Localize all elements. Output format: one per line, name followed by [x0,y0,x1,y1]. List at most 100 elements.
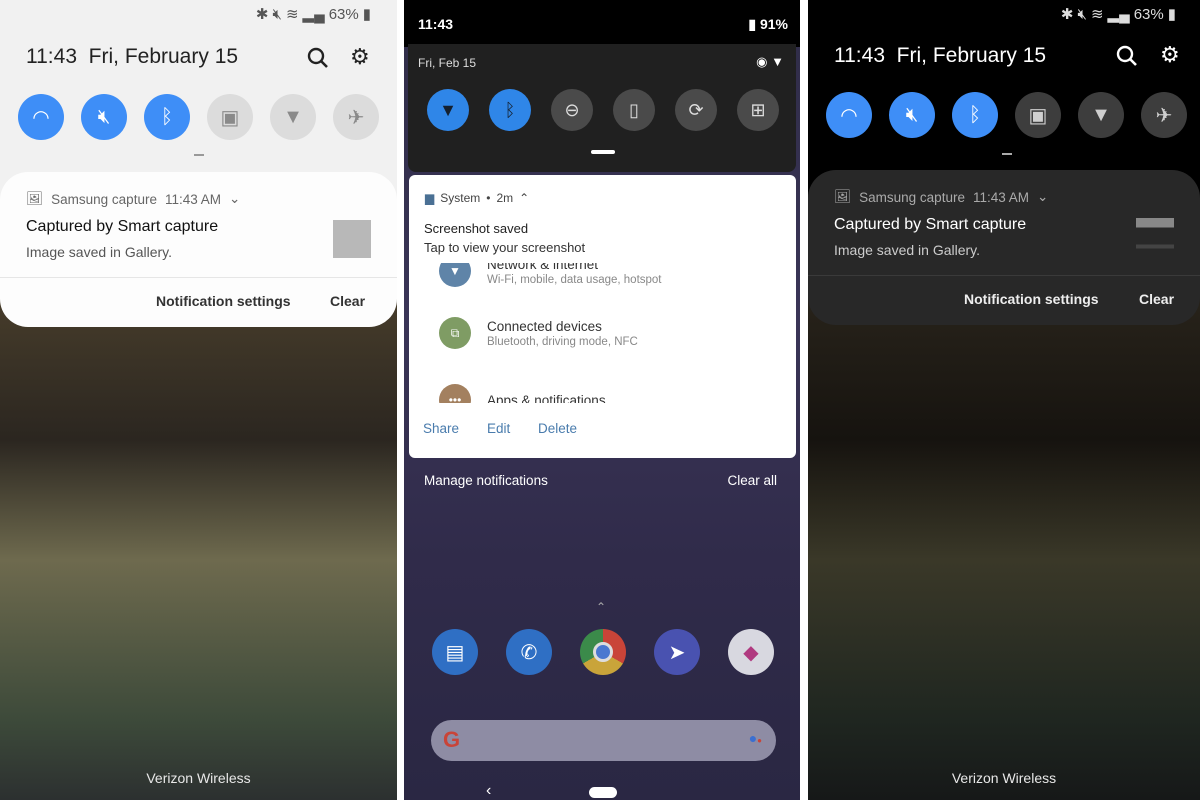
search-icon[interactable] [307,47,329,69]
bluetooth-status-icon: ✱ [255,6,269,23]
battery-saver-icon: ⊞ [750,99,766,120]
app-name: Samsung capture [51,191,157,207]
back-button[interactable]: ‹ [486,782,491,800]
airplane-icon: ✈ [1155,104,1173,127]
share-button[interactable]: Share [423,421,459,436]
bluetooth-toggle[interactable]: ᛒ [489,89,531,131]
preview-item: ••• Apps & notifications [439,384,606,403]
search-icon[interactable] [1116,45,1138,67]
settings-gear-icon[interactable]: ⚙ [1160,42,1180,68]
clear-all-button[interactable]: Clear all [727,473,777,488]
battery-icon: ▮ [748,16,757,32]
notification-text: Image saved in Gallery. [26,244,173,260]
assistant-icon[interactable]: ●● [749,730,762,746]
battery-icon: ▮ [362,6,371,23]
chevron-up-icon[interactable]: ⌃ [519,191,529,205]
do-not-disturb-icon: ⊖ [564,99,580,120]
wifi-icon: ◠ [32,106,50,129]
flashlight-icon: ▼ [283,105,303,128]
airplane-toggle[interactable]: ✈ [1141,92,1187,138]
date: Fri, Feb 15 [418,56,477,70]
bluetooth-icon: ᛒ [161,105,173,128]
mute-status-icon: 🔇︎ [1077,5,1087,23]
wifi-status-icon: ≋ [1090,6,1104,23]
carrier-label: Verizon Wireless [951,770,1057,786]
notification-settings-button[interactable]: Notification settings [964,291,1099,307]
network-icon: ▼ [439,263,471,287]
app-name: System [440,191,481,205]
google-g-icon: G [443,727,461,752]
samsung-light-screen: ✱ 🔇︎ ≋ ▂▄ 63% ▮ 11:43 Fri, February 15 ⚙… [0,0,397,800]
battery-level: 63% [328,5,359,23]
pixel-screen: 11:43 ▮ 91% Fri, Feb 15 ◉ ▼ ▼ ᛒ ⊖ ▯ ⟳ ⊞ … [404,0,800,800]
edit-button[interactable]: Edit [487,421,510,436]
clear-button[interactable]: Clear [330,293,365,309]
notification-card[interactable]: 🖼︎ Samsung capture 11:43 AM ⌄ Captured by S… [808,170,1200,325]
airplane-icon: ✈ [347,106,365,129]
clear-button[interactable]: Clear [1139,291,1174,307]
notification-card[interactable]: 🖼︎ Samsung capture 11:43 AM ⌄ Captured by S… [0,172,397,327]
signal-icon: ▂▄ [302,6,325,23]
phone-icon[interactable]: ✆ [506,629,552,675]
clock: 11:43 [418,16,454,32]
home-button[interactable] [589,787,617,798]
chevron-down-icon[interactable]: ⌄ [229,191,240,207]
wifi-toggle[interactable]: ▼ [427,89,469,131]
notification-title: Captured by Smart capture [26,218,219,235]
app-name: Samsung capture [859,189,965,205]
wifi-icon: ▼ [439,99,457,120]
bluetooth-icon: ᛒ [969,103,981,126]
delete-button[interactable]: Delete [538,421,577,436]
image-icon: ▆ [425,191,435,205]
preview-item: ▼ Network & internet Wi-Fi, mobile, data u… [439,263,662,287]
status-bar: ✱ 🔇︎ ≋ ▂▄ 63% ▮ [1061,5,1176,24]
thumbnail [1136,218,1174,256]
notification-card[interactable]: ▆ System • 2m ⌃ Screenshot saved Tap to view… [409,175,796,458]
divider [808,275,1200,276]
image-icon: 🖼︎ [834,189,852,204]
carrier-label: Verizon Wireless [146,770,251,786]
chevron-down-icon[interactable]: ⌄ [1037,189,1048,205]
date: Fri, February 15 [896,44,1047,67]
settings-gear-icon[interactable]: ⚙ [350,44,370,70]
expand-handle[interactable] [591,150,615,154]
wifi-toggle[interactable]: ◠ [18,94,64,140]
flashlight-toggle[interactable]: ▼ [1078,92,1124,138]
bluetooth-toggle[interactable]: ᛒ [144,94,190,140]
app-drawer-arrow-icon[interactable]: ⌃ [596,600,606,614]
date: Fri, February 15 [88,45,239,68]
notification-text: Image saved in Gallery. [834,242,981,258]
screenshot-preview[interactable]: ▼ Network & internet Wi-Fi, mobile, data u… [409,263,786,403]
clock: 11:43 [834,44,885,67]
sound-toggle[interactable]: 🔇︎ [81,94,127,140]
airplane-toggle[interactable]: ✈ [333,94,379,140]
sound-toggle[interactable]: 🔇︎ [889,92,935,138]
preview-item: ⧉ Connected devices Bluetooth, driving mod… [439,317,638,349]
flashlight-icon: ▯ [629,99,639,120]
status-bar: 11:43 ▮ 91% [404,0,800,47]
expand-handle[interactable] [1002,153,1012,155]
clock-date: 11:43 Fri, February 15 [26,45,238,69]
messages-icon[interactable]: ▤ [432,629,478,675]
signal-icon: ▂▄ [1107,6,1130,23]
battery-status: ▮ 91% [748,16,788,32]
battery-saver-toggle[interactable]: ⊞ [737,89,779,131]
screen-lock-toggle[interactable]: ▣ [1015,92,1061,138]
flashlight-toggle[interactable]: ▯ [613,89,655,131]
wifi-icon: ◠ [840,104,858,127]
chrome-icon[interactable] [580,629,626,675]
kinescope-icon[interactable]: ◆ [728,629,774,675]
auto-rotate-toggle[interactable]: ⟳ [675,89,717,131]
wifi-toggle[interactable]: ◠ [826,92,872,138]
flashlight-toggle[interactable]: ▼ [270,94,316,140]
screen-lock-toggle[interactable]: ▣ [207,94,253,140]
bluetooth-toggle[interactable]: ᛒ [952,92,998,138]
expand-handle[interactable] [194,154,204,156]
direct-mail-icon[interactable]: ➤ [654,629,700,675]
notification-settings-button[interactable]: Notification settings [156,293,291,309]
dnd-toggle[interactable]: ⊖ [551,89,593,131]
bluetooth-icon: ᛒ [504,99,516,120]
google-search-bar[interactable]: G ●● [431,720,776,761]
notification-title: Screenshot saved [424,221,529,236]
manage-notifications-button[interactable]: Manage notifications [424,473,548,488]
